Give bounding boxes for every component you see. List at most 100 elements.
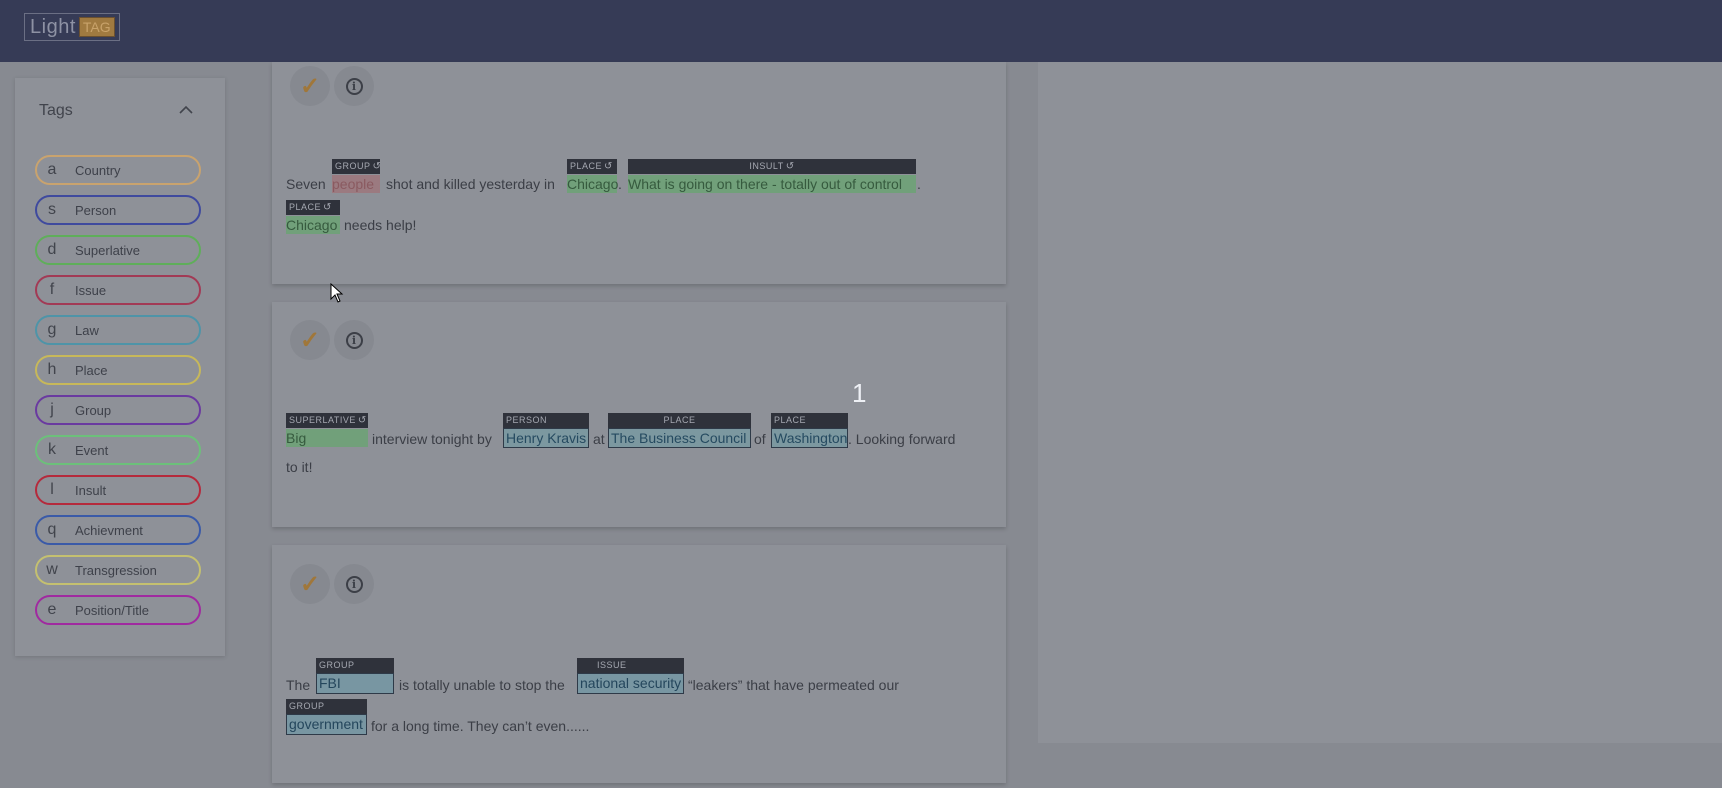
tag-key: s — [48, 201, 56, 218]
annotated-span[interactable]: Henry Kravis — [503, 428, 589, 448]
doc-text: The — [286, 677, 311, 693]
tag-key: w — [46, 561, 58, 578]
info-icon: i — [345, 77, 363, 95]
label-text: GROUP — [289, 701, 325, 711]
info-button[interactable]: i — [334, 320, 374, 360]
tag-label: Group — [75, 402, 112, 418]
mouse-cursor-icon — [330, 282, 344, 308]
annotated-span[interactable]: Chicago — [286, 216, 340, 234]
tag-law[interactable]: g Law — [35, 315, 201, 345]
doc-text: “leakers” that have permeated our — [688, 677, 899, 693]
undo-icon[interactable]: ↺ — [323, 202, 332, 213]
tag-label: Event — [75, 442, 109, 458]
top-app-bar: Light TAG — [0, 0, 1722, 62]
tag-key: g — [47, 321, 57, 338]
label-text: PLACE — [774, 415, 807, 425]
logo-light-text: Light — [30, 15, 76, 38]
tag-label: Law — [75, 322, 99, 338]
tag-place[interactable]: h Place — [35, 355, 201, 385]
doc-text: interview tonight by — [372, 431, 492, 447]
annotation-counter: 1 — [852, 378, 867, 408]
doc-text: . — [917, 176, 921, 192]
label-text: PLACE — [289, 202, 322, 212]
checkmark-icon: ✓ — [299, 326, 321, 354]
done-button[interactable]: ✓ — [290, 320, 330, 360]
label-text: SUPERLATIVE — [289, 415, 356, 425]
checkmark-icon: ✓ — [299, 570, 321, 598]
annotated-span[interactable]: national security — [577, 673, 684, 694]
doc-text: at — [593, 431, 605, 447]
doc-text: shot and killed yesterday in — [386, 176, 555, 192]
doc-text: for a long time. They can’t even...... — [371, 718, 590, 734]
tag-key: f — [49, 281, 55, 298]
undo-icon[interactable]: ↺ — [358, 415, 367, 426]
annotation-label[interactable]: PLACE ↺ — [567, 159, 617, 174]
info-icon: i — [345, 331, 363, 349]
label-text: ISSUE — [597, 660, 627, 670]
tag-label: Person — [75, 202, 117, 218]
annotation-label[interactable]: PERSON — [503, 413, 589, 428]
tag-insult[interactable]: l Insult — [35, 475, 201, 505]
tag-key: k — [48, 441, 56, 458]
annotated-span[interactable]: Big — [286, 429, 368, 447]
label-text: INSULT — [749, 161, 784, 171]
tag-key: h — [47, 361, 57, 378]
annotation-label[interactable]: ISSUE — [577, 658, 684, 673]
done-button[interactable]: ✓ — [290, 66, 330, 106]
tag-achievment[interactable]: q Achievment — [35, 515, 201, 545]
annotated-span[interactable]: Washington — [771, 428, 848, 448]
annotated-span[interactable]: The Business Council — [608, 428, 751, 448]
tag-issue[interactable]: f Issue — [35, 275, 201, 305]
info-button[interactable]: i — [334, 564, 374, 604]
tag-transgression[interactable]: w Transgression — [35, 555, 201, 585]
done-button[interactable]: ✓ — [290, 564, 330, 604]
checkmark-icon: ✓ — [299, 72, 321, 100]
undo-icon[interactable]: ↺ — [786, 161, 795, 172]
tag-country[interactable]: a Country — [35, 155, 201, 185]
annotation-label[interactable]: GROUP ↺ — [332, 159, 382, 174]
annotated-span[interactable]: government — [286, 714, 367, 735]
tags-sidebar: Tags a Country s Person d Superlative f … — [15, 78, 225, 656]
annotated-span[interactable]: What is going on there - totally out of … — [628, 175, 916, 193]
doc-text: of — [754, 431, 766, 447]
annotation-label[interactable]: GROUP — [286, 699, 367, 714]
annotation-label[interactable]: GROUP — [316, 658, 394, 673]
annotated-span[interactable]: Chicago — [567, 175, 618, 193]
tag-label: Achievment — [75, 522, 143, 538]
tag-key: j — [50, 401, 54, 418]
label-text: GROUP — [319, 660, 355, 670]
tag-person[interactable]: s Person — [35, 195, 201, 225]
tags-title: Tags — [39, 102, 73, 119]
info-button[interactable]: i — [334, 66, 374, 106]
annotation-label[interactable]: PLACE — [608, 413, 751, 428]
tag-label: Country — [75, 162, 121, 178]
doc-text: needs help! — [344, 217, 417, 233]
annotation-label[interactable]: PLACE — [771, 413, 848, 428]
label-text: PERSON — [506, 415, 548, 425]
chevron-up-icon[interactable] — [179, 102, 193, 118]
logo-tag-text: TAG — [78, 17, 115, 37]
doc-text: . Looking forward — [848, 431, 956, 447]
app-logo[interactable]: Light TAG — [24, 13, 120, 41]
detail-panel — [1038, 62, 1722, 743]
annotated-span[interactable]: people — [332, 175, 380, 193]
info-icon: i — [345, 575, 363, 593]
tag-key: d — [47, 241, 57, 258]
label-text: GROUP — [335, 161, 371, 171]
tag-event[interactable]: k Event — [35, 435, 201, 465]
annotation-label[interactable]: INSULT ↺ — [628, 159, 916, 174]
undo-icon[interactable]: ↺ — [604, 161, 613, 172]
tag-key: e — [47, 601, 57, 618]
tag-label: Place — [75, 362, 108, 378]
doc-text: is totally unable to stop the — [399, 677, 565, 693]
tag-position-title[interactable]: e Position/Title — [35, 595, 201, 625]
doc-text: Seven — [286, 176, 326, 192]
annotated-span[interactable]: FBI — [316, 673, 394, 694]
tag-key: l — [50, 481, 54, 498]
tag-group[interactable]: j Group — [35, 395, 201, 425]
tag-label: Position/Title — [75, 602, 149, 618]
annotation-label[interactable]: PLACE ↺ — [286, 200, 340, 215]
undo-icon[interactable]: ↺ — [373, 161, 382, 172]
annotation-label[interactable]: SUPERLATIVE ↺ — [286, 413, 368, 428]
tag-superlative[interactable]: d Superlative — [35, 235, 201, 265]
